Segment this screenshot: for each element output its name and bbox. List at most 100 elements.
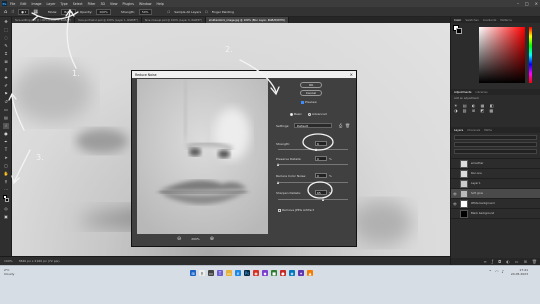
- minimize-icon[interactable]: –: [517, 1, 519, 6]
- menu-window[interactable]: Window: [139, 2, 152, 6]
- tab-channels[interactable]: Channels: [467, 128, 480, 132]
- close-icon[interactable]: ×: [350, 72, 353, 77]
- menu-3d[interactable]: 3D: [100, 2, 104, 6]
- menu-view[interactable]: View: [110, 2, 118, 6]
- app-icon[interactable]: ◈: [289, 270, 295, 276]
- layer-row[interactable]: blur-one: [451, 169, 540, 179]
- reduce-color-noise-track[interactable]: [278, 182, 348, 183]
- layer-row[interactable]: Black background: [451, 209, 540, 219]
- reduce-color-noise-handle[interactable]: [277, 181, 279, 184]
- sample-all-layers-checkbox[interactable]: ☐: [168, 10, 171, 14]
- maximize-icon[interactable]: □: [525, 1, 529, 6]
- layer-row[interactable]: Layer 1: [451, 179, 540, 189]
- tab-color[interactable]: Color: [454, 18, 461, 22]
- remove-jpeg-checkbox[interactable]: [278, 208, 281, 212]
- strength-input[interactable]: 6: [315, 141, 327, 146]
- eyedropper-tool-icon[interactable]: ⚲: [3, 67, 9, 73]
- pen-tool-icon[interactable]: ✒: [3, 139, 9, 145]
- chrome-icon[interactable]: ◉: [253, 270, 259, 276]
- hand-tool-icon[interactable]: ✋: [3, 171, 9, 177]
- tab-paths[interactable]: Paths: [484, 128, 492, 132]
- save-settings-icon[interactable]: ⎙: [339, 123, 342, 128]
- lock-controls[interactable]: [454, 149, 537, 154]
- app-icon[interactable]: ◆: [262, 270, 268, 276]
- move-tool-icon[interactable]: ✥: [3, 19, 9, 25]
- adjustment-icons[interactable]: ☀ ▤ ◐ ▦ ◧ ◑ ▧ ⊞ ◩ ▩: [454, 103, 537, 113]
- layer-filter-field[interactable]: [454, 135, 537, 140]
- layer-row-selected[interactable]: 👁 Soft glow: [451, 189, 540, 199]
- preview-area[interactable]: [137, 79, 268, 234]
- remove-jpeg-artifact-option[interactable]: Remove JPEG Artifact: [278, 208, 314, 212]
- gradient-tool-icon[interactable]: ▤: [3, 115, 9, 121]
- windows-start-icon[interactable]: ⊞: [190, 270, 196, 276]
- teams-icon[interactable]: T: [217, 270, 223, 276]
- strength-slider-handle[interactable]: [315, 148, 317, 151]
- type-tool-icon[interactable]: T: [3, 147, 9, 153]
- layer-row[interactable]: smoother: [451, 159, 540, 169]
- link-layers-icon[interactable]: ∞: [483, 259, 486, 264]
- zoom-tool-icon[interactable]: ⚲: [3, 179, 9, 185]
- strength-slider-track[interactable]: [278, 149, 348, 150]
- blend-mode-select[interactable]: [454, 142, 537, 147]
- zoom-out-icon[interactable]: ⊖: [177, 236, 181, 242]
- zoom-level[interactable]: 100%: [4, 259, 13, 263]
- basic-radio[interactable]: Basic: [290, 112, 302, 116]
- reduce-color-noise-input[interactable]: 0: [315, 173, 327, 178]
- weather-widget[interactable]: 2°C Cloudy: [4, 268, 14, 276]
- quick-mask-icon[interactable]: ◎: [3, 206, 9, 212]
- sharpen-details-track[interactable]: [278, 199, 348, 200]
- menu-type[interactable]: Type: [60, 2, 67, 6]
- menu-help[interactable]: Help: [157, 2, 164, 6]
- marquee-tool-icon[interactable]: ⬚: [3, 27, 9, 33]
- tab-adjustments[interactable]: Adjustments: [454, 90, 472, 94]
- preserve-details-handle[interactable]: [277, 163, 279, 166]
- wifi-icon[interactable]: ◠: [495, 269, 499, 274]
- rectangle-tool-icon[interactable]: ▢: [3, 163, 9, 169]
- hue-slider[interactable]: [529, 27, 532, 83]
- menu-image[interactable]: Image: [32, 2, 42, 6]
- fx-icon[interactable]: ƒ: [492, 259, 493, 264]
- brush-size-picker[interactable]: ● ▾: [18, 8, 30, 15]
- mode-select[interactable]: Brush: [61, 8, 76, 15]
- smudge-tool-icon[interactable]: ☝: [3, 123, 9, 129]
- file-explorer-icon[interactable]: ▭: [226, 270, 232, 276]
- healing-brush-tool-icon[interactable]: ✚: [3, 75, 9, 81]
- strength-field[interactable]: 50%: [138, 8, 152, 15]
- tab-libraries[interactable]: Libraries: [476, 90, 488, 94]
- finger-painting-checkbox[interactable]: ☐: [205, 10, 208, 14]
- ok-button[interactable]: OK: [300, 82, 322, 88]
- new-layer-icon[interactable]: ⊞: [524, 259, 527, 264]
- opacity-field[interactable]: 100%: [96, 8, 111, 15]
- volume-icon[interactable]: ♪: [501, 269, 504, 274]
- sharpen-details-input[interactable]: 65: [315, 190, 327, 195]
- color-picker-field[interactable]: [479, 27, 525, 83]
- brush-tool-icon[interactable]: ✐: [3, 83, 9, 89]
- lasso-tool-icon[interactable]: ◌: [3, 35, 9, 41]
- menu-filter[interactable]: Filter: [88, 2, 96, 6]
- mask-icon[interactable]: ◘: [498, 259, 501, 264]
- search-icon[interactable]: ⚲: [199, 270, 205, 276]
- tab-swatches[interactable]: Swatches: [465, 18, 478, 22]
- sharpen-details-handle[interactable]: [322, 198, 324, 201]
- tab-layers[interactable]: Layers: [454, 128, 463, 132]
- close-icon[interactable]: ×: [535, 1, 538, 6]
- app-icon[interactable]: ▲: [307, 270, 313, 276]
- advanced-radio[interactable]: Advanced: [308, 112, 327, 116]
- preview-checkbox[interactable]: [301, 100, 304, 104]
- menu-layer[interactable]: Layer: [47, 2, 56, 6]
- layer-row[interactable]: 👁 White background: [451, 199, 540, 209]
- frame-tool-icon[interactable]: ⊠: [3, 59, 9, 65]
- menu-select[interactable]: Select: [73, 2, 83, 6]
- quick-select-tool-icon[interactable]: ✎: [3, 43, 9, 49]
- eraser-tool-icon[interactable]: ▭: [3, 107, 9, 113]
- edge-icon[interactable]: e: [235, 270, 241, 276]
- task-view-icon[interactable]: ▭: [208, 270, 214, 276]
- crop-tool-icon[interactable]: ⌗: [3, 51, 9, 57]
- tab-gradients[interactable]: Gradients: [483, 18, 497, 22]
- background-swatch[interactable]: [456, 28, 462, 34]
- photoshop-taskbar-icon[interactable]: Ps: [244, 270, 250, 276]
- menu-file[interactable]: File: [10, 2, 15, 6]
- app-icon[interactable]: ■: [271, 270, 277, 276]
- cancel-button[interactable]: Cancel: [300, 90, 322, 96]
- menu-plugins[interactable]: Plugins: [123, 2, 134, 6]
